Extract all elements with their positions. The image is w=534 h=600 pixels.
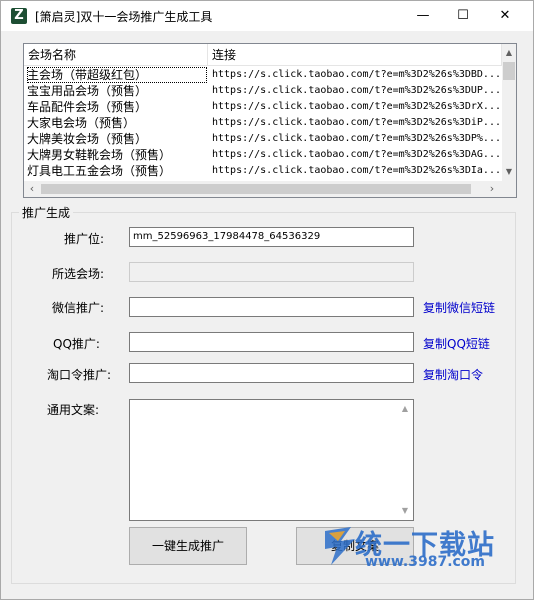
copy-qq-link[interactable]: 复制QQ短链 (423, 335, 490, 352)
venue-name-cell: 大牌美妆会场（预售） (27, 132, 148, 146)
minimize-button[interactable]: — (401, 1, 445, 31)
tkl-field[interactable] (129, 363, 414, 383)
list-row[interactable]: 宝宝用品会场（预售） https://s.click.taobao.com/t?… (24, 83, 502, 99)
copy-tkl-link[interactable]: 复制淘口令 (423, 366, 483, 383)
column-header-link[interactable]: 连接 (208, 44, 502, 66)
wechat-label: 微信推广: (52, 301, 105, 315)
copy-text-area[interactable]: ▲ ▼ (129, 399, 414, 521)
selected-venue-field (129, 262, 414, 282)
tkl-label: 淘口令推广: (47, 368, 112, 382)
generate-button[interactable]: 一键生成推广 (129, 527, 247, 565)
horizontal-scroll-thumb[interactable] (41, 184, 471, 194)
scroll-down-arrow-icon[interactable]: ▼ (397, 504, 413, 518)
venue-name-cell: 大牌男女鞋靴会场（预售） (27, 148, 172, 162)
qq-field[interactable] (129, 332, 414, 352)
list-row[interactable]: 大家电会场（预售） https://s.click.taobao.com/t?e… (24, 115, 502, 131)
scroll-up-arrow-icon[interactable]: ▲ (397, 402, 413, 416)
venue-name-cell: 宝宝用品会场（预售） (27, 84, 148, 98)
title-bar[interactable]: Z [箫启灵]双十一会场推广生成工具 — ☐ ✕ (1, 1, 533, 31)
list-row[interactable]: 大牌男女鞋靴会场（预售） https://s.click.taobao.com/… (24, 147, 502, 163)
venue-link-cell: https://s.click.taobao.com/t?e=m%3D2%26s… (212, 101, 500, 112)
watermark-url: www.3987.com (365, 554, 486, 570)
qq-label: QQ推广: (53, 337, 100, 351)
column-header-venue-name[interactable]: 会场名称 (24, 44, 208, 66)
app-icon: Z (11, 8, 27, 24)
venue-link-cell: https://s.click.taobao.com/t?e=m%3D2%26s… (212, 149, 500, 160)
close-button[interactable]: ✕ (483, 1, 527, 31)
scroll-left-arrow-icon[interactable]: ‹ (24, 181, 40, 197)
watermark: 统一下载站 www.3987.com (321, 523, 511, 573)
list-header: 会场名称 连接 (24, 44, 502, 66)
venue-list[interactable]: 会场名称 连接 主会场（带超级红包） https://s.click.taoba… (23, 43, 517, 198)
pid-field[interactable]: mm_52596963_17984478_64536329 (129, 227, 414, 247)
vertical-scroll-thumb[interactable] (503, 62, 515, 80)
pid-label: 推广位: (64, 232, 105, 246)
list-horizontal-scrollbar[interactable]: ‹ › (24, 181, 502, 197)
venue-name-cell: 大家电会场（预售） (27, 116, 136, 130)
copy-text-label: 通用文案: (47, 403, 100, 417)
list-row[interactable]: 主会场（带超级红包） https://s.click.taobao.com/t?… (24, 67, 502, 83)
venue-label: 所选会场: (52, 267, 105, 281)
list-rows: 主会场（带超级红包） https://s.click.taobao.com/t?… (24, 67, 502, 182)
venue-name-cell: 主会场（带超级红包） (27, 67, 207, 83)
copy-wechat-link[interactable]: 复制微信短链 (423, 299, 495, 316)
list-row[interactable]: 灯具电工五金会场（预售） https://s.click.taobao.com/… (24, 163, 502, 179)
venue-name-cell: 灯具电工五金会场（预售） (27, 164, 172, 178)
maximize-button[interactable]: ☐ (441, 1, 485, 31)
scroll-up-arrow-icon[interactable]: ▲ (502, 46, 516, 60)
venue-link-cell: https://s.click.taobao.com/t?e=m%3D2%26s… (212, 69, 500, 80)
app-window: Z [箫启灵]双十一会场推广生成工具 — ☐ ✕ 会场名称 连接 主会场（带超级… (0, 0, 534, 600)
venue-link-cell: https://s.click.taobao.com/t?e=m%3D2%26s… (212, 85, 500, 96)
list-row[interactable]: 大牌美妆会场（预售） https://s.click.taobao.com/t?… (24, 131, 502, 147)
wechat-field[interactable] (129, 297, 414, 317)
list-row[interactable]: 车品配件会场（预售） https://s.click.taobao.com/t?… (24, 99, 502, 115)
list-vertical-scrollbar[interactable]: ▲ ▼ (502, 44, 516, 181)
venue-link-cell: https://s.click.taobao.com/t?e=m%3D2%26s… (212, 117, 500, 128)
copy-text-scrollbar[interactable]: ▲ ▼ (397, 400, 413, 520)
scroll-down-arrow-icon[interactable]: ▼ (502, 165, 516, 179)
scroll-right-arrow-icon[interactable]: › (484, 181, 500, 197)
scroll-corner (502, 181, 516, 197)
venue-link-cell: https://s.click.taobao.com/t?e=m%3D2%26s… (212, 133, 500, 144)
venue-name-cell: 车品配件会场（预售） (27, 100, 148, 114)
venue-link-cell: https://s.click.taobao.com/t?e=m%3D2%26s… (212, 165, 500, 176)
window-title: [箫启灵]双十一会场推广生成工具 (35, 10, 213, 24)
promotion-group-title: 推广生成 (19, 204, 74, 221)
